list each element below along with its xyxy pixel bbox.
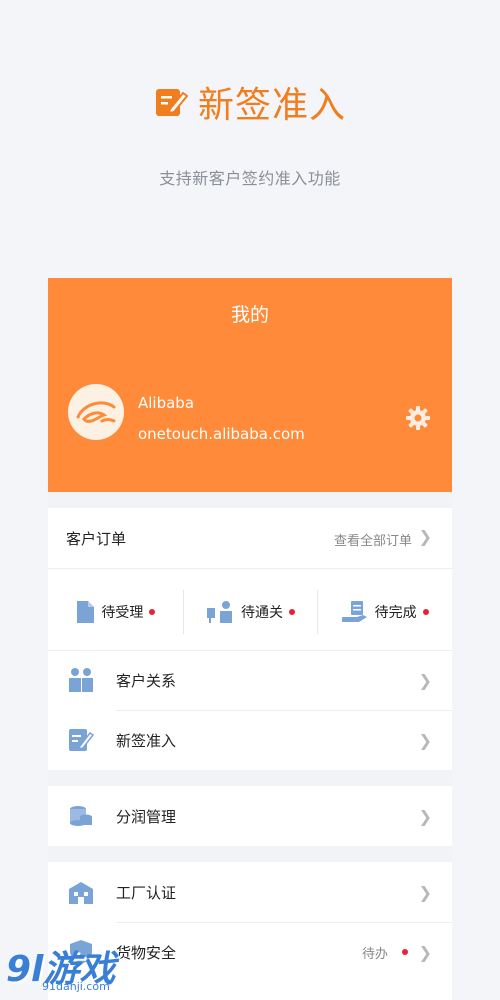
orders-header[interactable]: 客户订单 查看全部订单 ❯	[48, 508, 452, 568]
notification-dot	[422, 609, 429, 615]
customs-officer-icon	[207, 601, 232, 623]
chevron-right-icon: ❯	[418, 527, 432, 546]
status-label: 待完成	[374, 605, 417, 621]
status-label: 待通关	[241, 605, 283, 621]
notification-dot	[289, 609, 295, 615]
edit-document-icon	[69, 729, 94, 751]
menu-item-factory-certification[interactable]: 工厂认证 ❯	[48, 862, 452, 922]
hero-title-text: 新签准入	[197, 85, 346, 126]
hero-title: 新签准入	[0, 76, 500, 128]
notification-dot	[149, 609, 156, 615]
menu-item-label: 工厂认证	[116, 883, 177, 902]
notification-dot	[402, 949, 408, 955]
status-pending-complete[interactable]: 待完成	[317, 582, 452, 642]
avatar[interactable]	[68, 384, 124, 440]
menu-item-label: 新签准入	[116, 731, 177, 750]
orders-card: 客户订单 查看全部订单 ❯ 待受理 待通关 待完成 客户关系 ❯ 新签准入 ❯	[48, 508, 452, 770]
coins-icon	[70, 806, 92, 826]
user-email: onetouch.alibaba.com	[138, 425, 305, 443]
profile-title: 我的	[230, 304, 269, 326]
gear-icon[interactable]	[406, 406, 430, 430]
chevron-right-icon: ❯	[418, 882, 432, 902]
menu-item-label: 分润管理	[116, 807, 177, 826]
status-label: 待受理	[101, 605, 144, 621]
order-status-row: 待受理 待通关 待完成	[48, 582, 452, 642]
menu-item-new-signing[interactable]: 新签准入 ❯	[48, 710, 452, 770]
factory-icon	[69, 882, 93, 904]
status-pending-customs[interactable]: 待通关	[182, 582, 318, 642]
watermark-site: 91danji.com	[42, 980, 110, 993]
alibaba-logo-icon	[76, 401, 116, 423]
user-name: Alibaba	[138, 394, 195, 412]
chevron-right-icon: ❯	[418, 942, 432, 962]
todo-badge: 待办	[361, 946, 388, 962]
receipt-hand-icon	[341, 601, 367, 622]
profit-card: 分润管理 ❯	[48, 786, 452, 846]
app-screen: 我的 Alibaba onetouch.alibaba.com 客户订单 查看全…	[48, 278, 452, 1000]
profile-header: 我的 Alibaba onetouch.alibaba.com	[48, 278, 452, 492]
view-all-orders-link[interactable]: 查看全部订单	[334, 530, 412, 549]
menu-item-label: 客户关系	[116, 671, 177, 690]
hero-subtitle: 支持新客户签约准入功能	[159, 169, 341, 188]
chevron-right-icon: ❯	[418, 806, 432, 826]
status-pending-accept[interactable]: 待受理	[48, 582, 183, 642]
menu-item-customer-relations[interactable]: 客户关系 ❯	[48, 650, 452, 710]
document-icon	[77, 601, 95, 623]
divider	[48, 568, 452, 569]
chevron-right-icon: ❯	[418, 730, 432, 750]
watermark-logo: 9l游戏 91danji.com	[0, 940, 160, 1000]
edit-document-icon	[155, 89, 188, 116]
orders-title: 客户订单	[66, 530, 127, 548]
people-icon	[69, 668, 93, 692]
chevron-right-icon: ❯	[418, 670, 432, 690]
menu-item-profit-management[interactable]: 分润管理 ❯	[48, 786, 452, 846]
